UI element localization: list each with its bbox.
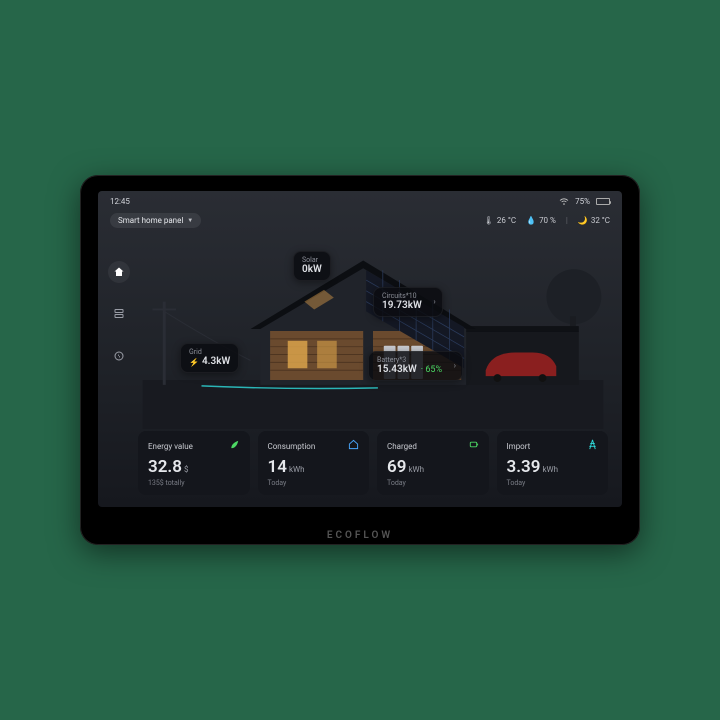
card-energy-sub: 135$ totally: [148, 479, 240, 487]
divider: |: [566, 216, 568, 225]
card-import-sub: Today: [507, 479, 599, 487]
pill-solar[interactable]: Solar 0kW: [293, 251, 331, 281]
battery-percent: 75%: [575, 197, 590, 206]
nav-home[interactable]: [108, 261, 130, 283]
pill-battery-soc: · 65%: [421, 365, 442, 375]
nav-energy[interactable]: [108, 345, 130, 367]
status-bar: 12:45 75%: [110, 197, 610, 206]
chevron-down-icon: ▼: [187, 217, 193, 224]
pill-solar-label: Solar: [302, 256, 322, 264]
pill-battery[interactable]: Battery*3 15.43kW · 65% ›: [368, 351, 463, 381]
panel-selector[interactable]: Smart home panel ▼: [110, 213, 201, 228]
card-energy-unit: $: [184, 465, 189, 474]
home-icon: [348, 439, 359, 453]
card-energy-label: Energy value: [148, 442, 193, 451]
brand-logo: ECOFLOW: [80, 530, 640, 541]
wifi-icon: [559, 198, 569, 206]
home-scene: Solar 0kW Circuits*10 19.73kW › Grid ⚡ 4…: [138, 233, 608, 429]
status-time: 12:45: [110, 197, 130, 206]
bottom-cards: Energy value 32.8 $ 135$ totally Consump…: [138, 431, 608, 495]
card-consumption[interactable]: Consumption 14 kWh Today: [258, 431, 370, 495]
thermometer-icon: 🌡: [484, 216, 494, 225]
house-illustration: [138, 233, 608, 429]
card-consumption-label: Consumption: [268, 442, 316, 451]
battery-icon: [596, 198, 610, 205]
bolt-icon: ⚡: [189, 358, 199, 368]
pill-grid[interactable]: Grid ⚡ 4.3kW: [180, 343, 239, 373]
pill-battery-value: 15.43kW: [377, 364, 417, 375]
outside-temp: 🌙 32 °C: [578, 216, 610, 225]
card-import-label: Import: [507, 442, 531, 451]
card-import-unit: kWh: [542, 465, 558, 474]
chevron-right-icon: ›: [454, 361, 456, 371]
moon-icon: 🌙: [578, 216, 588, 225]
humidity-value: 70 %: [539, 216, 556, 225]
battery-icon: [468, 439, 479, 453]
card-charged[interactable]: Charged 69 kWh Today: [377, 431, 489, 495]
status-right: 75%: [559, 197, 610, 206]
card-charged-label: Charged: [387, 442, 417, 451]
card-consumption-sub: Today: [268, 479, 360, 487]
pill-circuits-value: 19.73kW: [382, 300, 422, 311]
card-consumption-unit: kWh: [289, 465, 305, 474]
indoor-temp-value: 26 °C: [497, 216, 516, 225]
pill-circuits[interactable]: Circuits*10 19.73kW ›: [373, 287, 443, 317]
humidity: 💧 70 %: [526, 216, 556, 225]
pill-grid-label: Grid: [189, 348, 230, 356]
pill-circuits-label: Circuits*10: [382, 292, 422, 300]
droplet-icon: 💧: [526, 216, 536, 225]
header-weather: 🌡 26 °C 💧 70 % | 🌙 32 °C: [484, 216, 610, 225]
panel-title: Smart home panel: [118, 216, 183, 225]
card-charged-unit: kWh: [408, 465, 424, 474]
card-energy-value: 32.8: [148, 457, 182, 477]
pill-battery-label: Battery*3: [377, 356, 442, 364]
sidebar: [108, 261, 130, 367]
leaf-icon: [229, 439, 240, 453]
card-import-value: 3.39: [507, 457, 541, 477]
screen: 12:45 75% Smart home panel ▼ 🌡 26 °C: [98, 191, 622, 507]
card-charged-sub: Today: [387, 479, 479, 487]
tablet-device: 12:45 75% Smart home panel ▼ 🌡 26 °C: [80, 175, 640, 545]
card-energy-value[interactable]: Energy value 32.8 $ 135$ totally: [138, 431, 250, 495]
pill-solar-value: 0kW: [302, 264, 322, 275]
outside-temp-value: 32 °C: [591, 216, 610, 225]
card-consumption-value: 14: [268, 457, 287, 477]
pill-grid-value: 4.3kW: [202, 356, 230, 368]
nav-devices[interactable]: [108, 303, 130, 325]
grid-icon: [587, 439, 598, 453]
indoor-temp: 🌡 26 °C: [484, 216, 516, 225]
card-charged-value: 69: [387, 457, 406, 477]
header: Smart home panel ▼ 🌡 26 °C 💧 70 % | 🌙 32…: [110, 213, 610, 228]
card-import[interactable]: Import 3.39 kWh Today: [497, 431, 609, 495]
chevron-right-icon: ›: [433, 297, 435, 307]
